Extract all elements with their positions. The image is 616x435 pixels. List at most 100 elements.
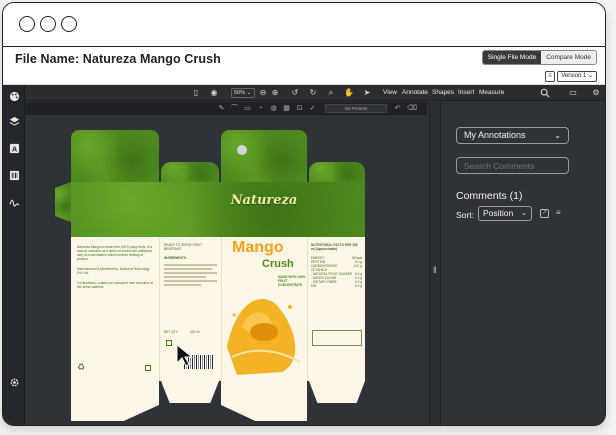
comments-count-title: Comments (1) — [456, 190, 523, 202]
compare-mode-button[interactable]: Compare Mode — [541, 51, 596, 64]
nutrition-title: NUTRITIONAL FACTS PER 100 ml (Approximat… — [311, 243, 358, 251]
check-icon[interactable]: ✓ — [308, 104, 317, 113]
circle-icon[interactable]: ◔ — [256, 104, 265, 113]
nutrition-table: ENERGY 49 kcal PROTEIN 0.0 g CARBOHYDRATE 1… — [308, 254, 365, 290]
ingredients-lines — [160, 264, 221, 286]
svg-text:A: A — [11, 144, 17, 153]
editor-app: A ▯ ◉ 50% ⌄ ⊖ ⊕ ↺ ↻ ⌕ ✋ ➤ View Annotate … — [3, 85, 605, 425]
mouse-cursor-icon — [176, 343, 194, 367]
brand-name: Natureza — [230, 193, 298, 208]
title-bar — [3, 3, 605, 47]
sidebar-toggle-icon[interactable]: ▯ — [191, 88, 201, 98]
menu-view[interactable]: View — [383, 89, 397, 96]
ingredients-title: INGREDIENTS: — [164, 256, 187, 260]
chevron-down-icon: ⌄ — [554, 131, 561, 140]
file-name: File Name: Natureza Mango Crush — [15, 52, 221, 66]
chevron-down-icon: ⌄ — [587, 73, 593, 79]
main-toolbar: ▯ ◉ 50% ⌄ ⊖ ⊕ ↺ ↻ ⌕ ✋ ➤ View Annotate Sh… — [25, 85, 605, 101]
pointer-icon[interactable]: ➤ — [362, 88, 372, 98]
top-flap-small-1 — [161, 162, 219, 182]
rotate-left-icon[interactable]: ↺ — [290, 88, 300, 98]
window-minimize-button[interactable] — [40, 16, 56, 32]
zoom-out-icon[interactable]: ⊖ — [258, 88, 268, 98]
net-qty-label: NET QTY — [164, 330, 178, 334]
palette-icon[interactable] — [8, 91, 20, 103]
drag-handle-icon[interactable]: ‖ — [433, 265, 437, 275]
undo-icon[interactable]: ↶ — [393, 104, 402, 113]
hole-punch — [237, 145, 247, 155]
green-band — [71, 182, 365, 237]
comments-icon[interactable]: ▭ — [568, 88, 578, 98]
top-flap-center — [221, 130, 307, 182]
net-qty-value: 200 ml — [190, 330, 200, 334]
export-icon[interactable]: ↗ — [540, 209, 549, 218]
preset-select[interactable]: No Presets — [325, 104, 387, 113]
panel-side-nutrition: NUTRITIONAL FACTS PER 100 ml (Approximat… — [307, 237, 365, 381]
rectangle-icon[interactable]: ▭ — [243, 104, 252, 113]
bottom-flap-1 — [71, 381, 159, 421]
version-select[interactable]: Version 1 ⌄ — [557, 71, 597, 82]
annotations-filter-label: My Annotations — [464, 130, 526, 140]
zoom-value: 50% — [234, 90, 246, 96]
hand-tool-icon[interactable]: ✋ — [344, 88, 354, 98]
product-name-mango: Mango — [232, 239, 284, 256]
rotate-right-icon[interactable]: ↻ — [308, 88, 318, 98]
top-flap-left — [71, 130, 159, 182]
single-file-mode-button[interactable]: Single File Mode — [482, 51, 542, 64]
product-name-crush: Crush — [262, 258, 294, 270]
document-canvas[interactable]: Natureza Natureza Mango is made from 100… — [25, 115, 429, 425]
zoom-select[interactable]: 50% ⌄ — [231, 88, 255, 98]
app-window: File Name: Natureza Mango Crush Single F… — [2, 2, 606, 426]
window-close-button[interactable] — [19, 16, 35, 32]
text-icon[interactable]: A — [8, 143, 20, 155]
recycle-icon: ♻ — [77, 362, 86, 372]
chevron-down-icon: ⌄ — [521, 210, 527, 217]
manufacturer-text: Manufactured & Marketed by: Natureza Tec… — [77, 267, 150, 275]
menu-insert[interactable]: Insert — [458, 89, 474, 96]
comments-panel: My Annotations ⌄ Comments (1) Sort: Posi… — [441, 102, 605, 425]
glue-flap — [55, 182, 71, 222]
mango-splash-illustration — [227, 298, 301, 375]
veg-mark-icon — [145, 365, 151, 371]
menu-annotate[interactable]: Annotate — [402, 89, 428, 96]
sort-select[interactable]: Position ⌄ — [478, 206, 532, 221]
panel-left: Natureza Mango is made from 100% pulpy f… — [71, 237, 159, 381]
search-icon[interactable] — [540, 88, 550, 98]
top-flap-small-2 — [309, 162, 365, 182]
stamp-icon[interactable]: ⊡ — [295, 104, 304, 113]
filter-icon[interactable]: ≡ — [556, 208, 561, 217]
version-history-icon[interactable]: ≡ — [545, 71, 555, 82]
zoom-in-icon[interactable]: ⊕ — [270, 88, 280, 98]
settings-icon[interactable] — [8, 377, 20, 389]
window-maximize-button[interactable] — [61, 16, 77, 32]
delete-icon[interactable]: ⌫ — [407, 104, 417, 113]
file-bar: File Name: Natureza Mango Crush Single F… — [3, 47, 605, 69]
brand-logo: Natureza — [221, 191, 307, 209]
signature-icon[interactable] — [8, 197, 20, 209]
left-panel-text: Natureza Mango is made from 100% pulpy f… — [77, 245, 152, 261]
curve-icon[interactable]: ⌒ — [230, 104, 239, 113]
version-bar: ≡ Version 1 ⌄ — [3, 69, 605, 85]
feedback-text: For feedback, contact our consumer care … — [77, 281, 154, 289]
panel-splitter[interactable]: ‖ — [429, 102, 441, 425]
grid-icon[interactable]: ▦ — [282, 104, 291, 113]
barcode-icon[interactable] — [8, 170, 20, 182]
search-comments-input[interactable] — [456, 157, 569, 174]
left-tool-rail: A — [3, 85, 25, 425]
menu-shapes[interactable]: Shapes — [432, 89, 454, 96]
mode-switch: Single File Mode Compare Mode — [481, 50, 597, 65]
pen-icon[interactable]: ✎ — [217, 104, 226, 113]
eye-icon[interactable]: ◉ — [209, 88, 219, 98]
sort-label: Sort: — [456, 210, 474, 220]
color-icon[interactable]: ◍ — [269, 104, 278, 113]
annotation-toolbar: ✎ ⌒ ▭ ◔ ◍ ▦ ⊡ ✓ No Presets ↶ ⌫ — [25, 102, 427, 115]
annotations-filter-dropdown[interactable]: My Annotations ⌄ — [456, 127, 569, 144]
nutrition-row: FAT 0.0 g — [311, 284, 362, 288]
storage-note-box — [312, 330, 362, 346]
layers-icon[interactable] — [8, 116, 20, 128]
sort-value: Position — [483, 208, 514, 218]
menu-measure[interactable]: Measure — [479, 89, 504, 96]
gear-icon[interactable]: ⚙ — [591, 88, 601, 98]
magnify-icon[interactable]: ⌕ — [326, 88, 336, 98]
panel-front: Mango Crush MADE WITH 100% FRUIT CONCENT… — [221, 237, 307, 381]
